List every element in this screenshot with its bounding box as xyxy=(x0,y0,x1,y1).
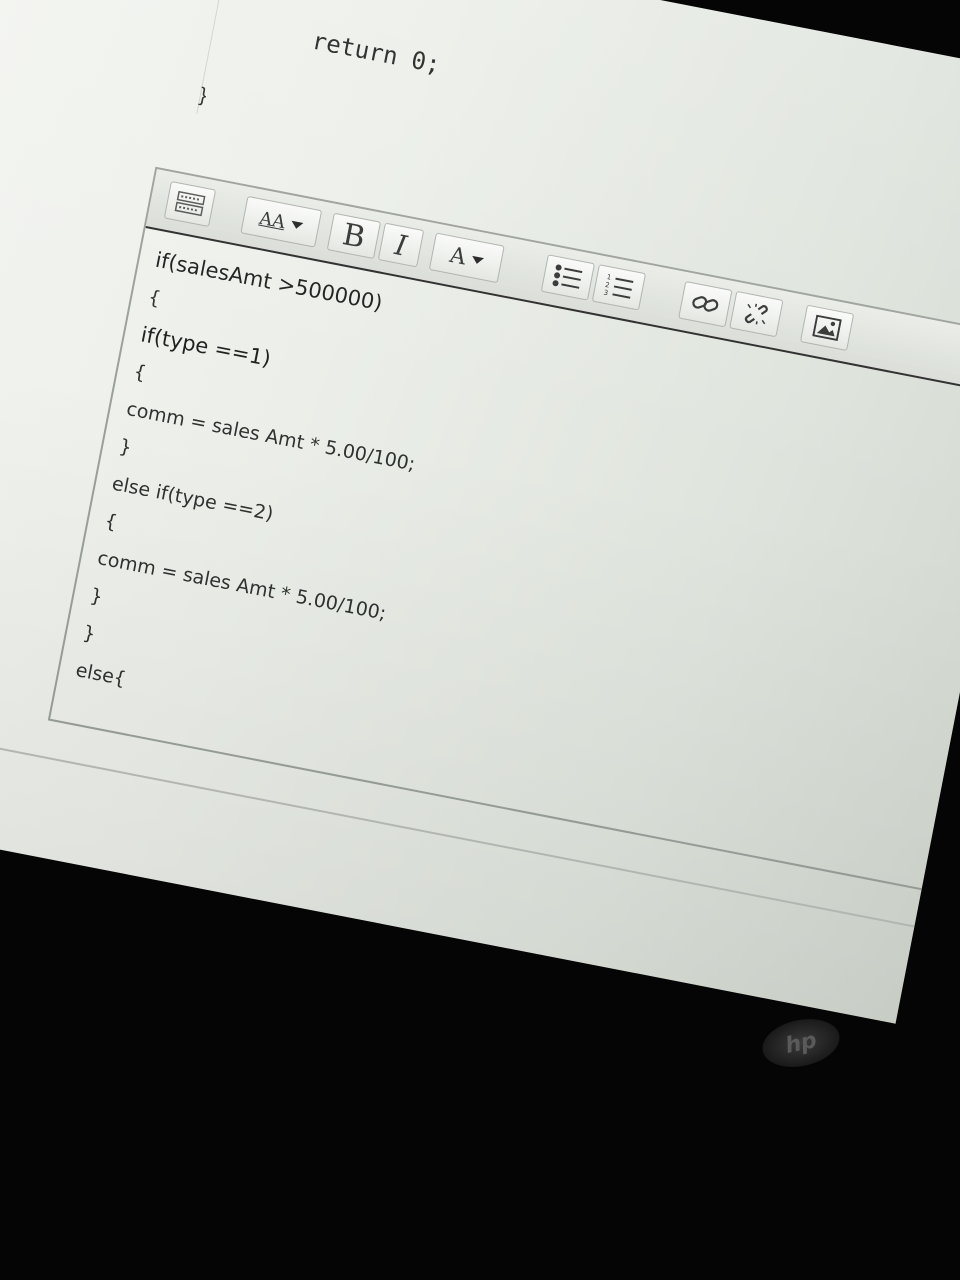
logo-text: hp xyxy=(783,1027,819,1059)
font-color-label: A xyxy=(447,242,469,270)
numbered-list-icon: 123 xyxy=(603,273,634,299)
keyboard-toggle-icon xyxy=(174,190,206,217)
code-return-line: return 0; xyxy=(309,26,443,79)
font-color-button[interactable]: A xyxy=(428,232,505,284)
bullet-list-icon xyxy=(552,264,583,289)
laptop-logo: hp xyxy=(758,1012,844,1074)
unlink-icon xyxy=(744,303,768,325)
unordered-list-button[interactable] xyxy=(540,254,596,301)
chevron-down-icon xyxy=(290,220,304,230)
image-icon xyxy=(812,314,842,342)
monitor-screen: return 0; } AA B I A 1 2 3 if(salesAmt >… xyxy=(0,0,960,1024)
chevron-down-icon xyxy=(470,255,485,265)
link-icon xyxy=(692,296,719,312)
rich-text-editor[interactable]: AA B I A 123 if(salesAmt >500000) {if(t… xyxy=(47,166,960,912)
insert-image-button[interactable] xyxy=(799,304,855,352)
bold-button[interactable]: B xyxy=(326,212,382,260)
bold-label: B xyxy=(339,216,369,256)
font-size-button[interactable]: AA xyxy=(240,195,323,248)
remove-link-button[interactable] xyxy=(729,290,784,338)
insert-link-button[interactable] xyxy=(678,280,733,328)
code-closing-brace: } xyxy=(197,84,209,107)
italic-button[interactable]: I xyxy=(377,222,425,268)
svg-text:3: 3 xyxy=(603,289,609,298)
ordered-list-button[interactable]: 123 xyxy=(591,264,647,311)
toolbar-toggle-button[interactable] xyxy=(163,180,217,228)
font-size-label: AA xyxy=(257,207,288,233)
italic-label: I xyxy=(392,227,410,263)
